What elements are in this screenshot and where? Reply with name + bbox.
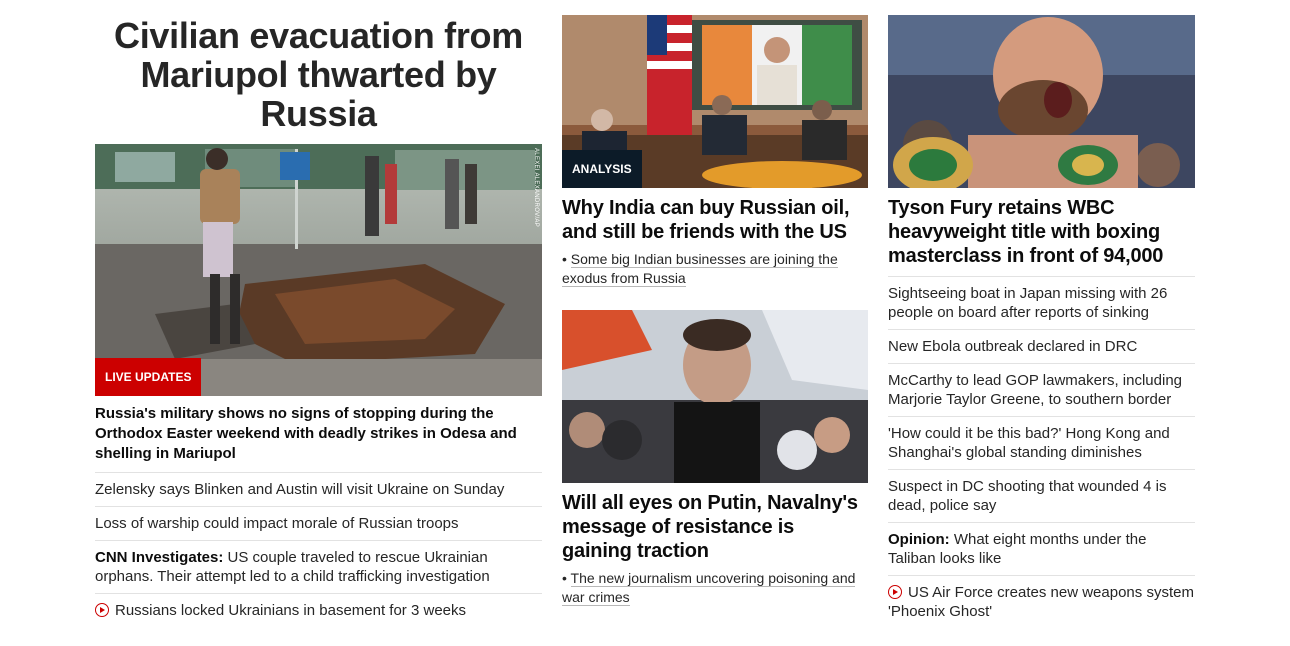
boxer-image [888,15,1195,188]
navalny-crowd-image [562,310,868,483]
india-oil-headline[interactable]: Why India can buy Russian oil, and still… [562,196,868,244]
list-item[interactable]: Sightseeing boat in Japan missing with 2… [888,277,1195,330]
photo-credit: ALEXEI ALEXANDROV/AP [533,148,539,228]
list-item[interactable]: McCarthy to lead GOP lawmakers, includin… [888,364,1195,417]
list-item[interactable]: Loss of warship could impact morale of R… [95,507,542,541]
list-item[interactable]: Russians locked Ukrainians in basement f… [95,594,542,627]
list-item[interactable]: New Ebola outbreak declared in DRC [888,330,1195,364]
third-column: Tyson Fury retains WBC heavyweight title… [888,0,1195,628]
lead-headline[interactable]: Russia's military shows no signs of stop… [95,404,542,464]
list-item[interactable]: 'How could it be this bad?' Hong Kong an… [888,417,1195,470]
item-prefix: CNN Investigates: [95,549,224,566]
fury-headline[interactable]: Tyson Fury retains WBC heavyweight title… [888,196,1195,268]
list-item[interactable]: Opinion: What eight months under the Tal… [888,523,1195,576]
list-item[interactable]: Suspect in DC shooting that wounded 4 is… [888,470,1195,523]
second-column: ANALYSIS Why India can buy Russian oil, … [562,0,868,607]
related-link[interactable]: • Some big Indian businesses are joining… [562,250,868,288]
related-links-list: Zelensky says Blinken and Austin will vi… [95,472,542,627]
list-item[interactable]: US Air Force creates new weapons system … [888,576,1195,628]
live-updates-badge[interactable]: LIVE UPDATES [95,358,202,396]
main-story-photo[interactable]: ALEXEI ALEXANDROV/AP LIVE UPDATES [95,144,542,396]
navalny-story-photo[interactable] [562,310,868,483]
item-prefix: Opinion: [888,531,950,548]
headline-list: Sightseeing boat in Japan missing with 2… [888,276,1195,628]
play-icon [888,585,902,599]
analysis-badge[interactable]: ANALYSIS [562,150,642,188]
india-story-photo[interactable]: ANALYSIS [562,15,868,188]
fury-story-photo[interactable] [888,15,1195,188]
list-item[interactable]: Zelensky says Blinken and Austin will vi… [95,473,542,507]
list-item[interactable]: CNN Investigates: US couple traveled to … [95,541,542,594]
play-icon [95,603,109,617]
related-link[interactable]: • The new journalism uncovering poisonin… [562,569,868,607]
banner-headline[interactable]: Civilian evacuation from Mariupol thwart… [95,16,542,133]
main-story-column: Civilian evacuation from Mariupol thwart… [95,0,542,627]
navalny-headline[interactable]: Will all eyes on Putin, Navalny's messag… [562,491,868,563]
